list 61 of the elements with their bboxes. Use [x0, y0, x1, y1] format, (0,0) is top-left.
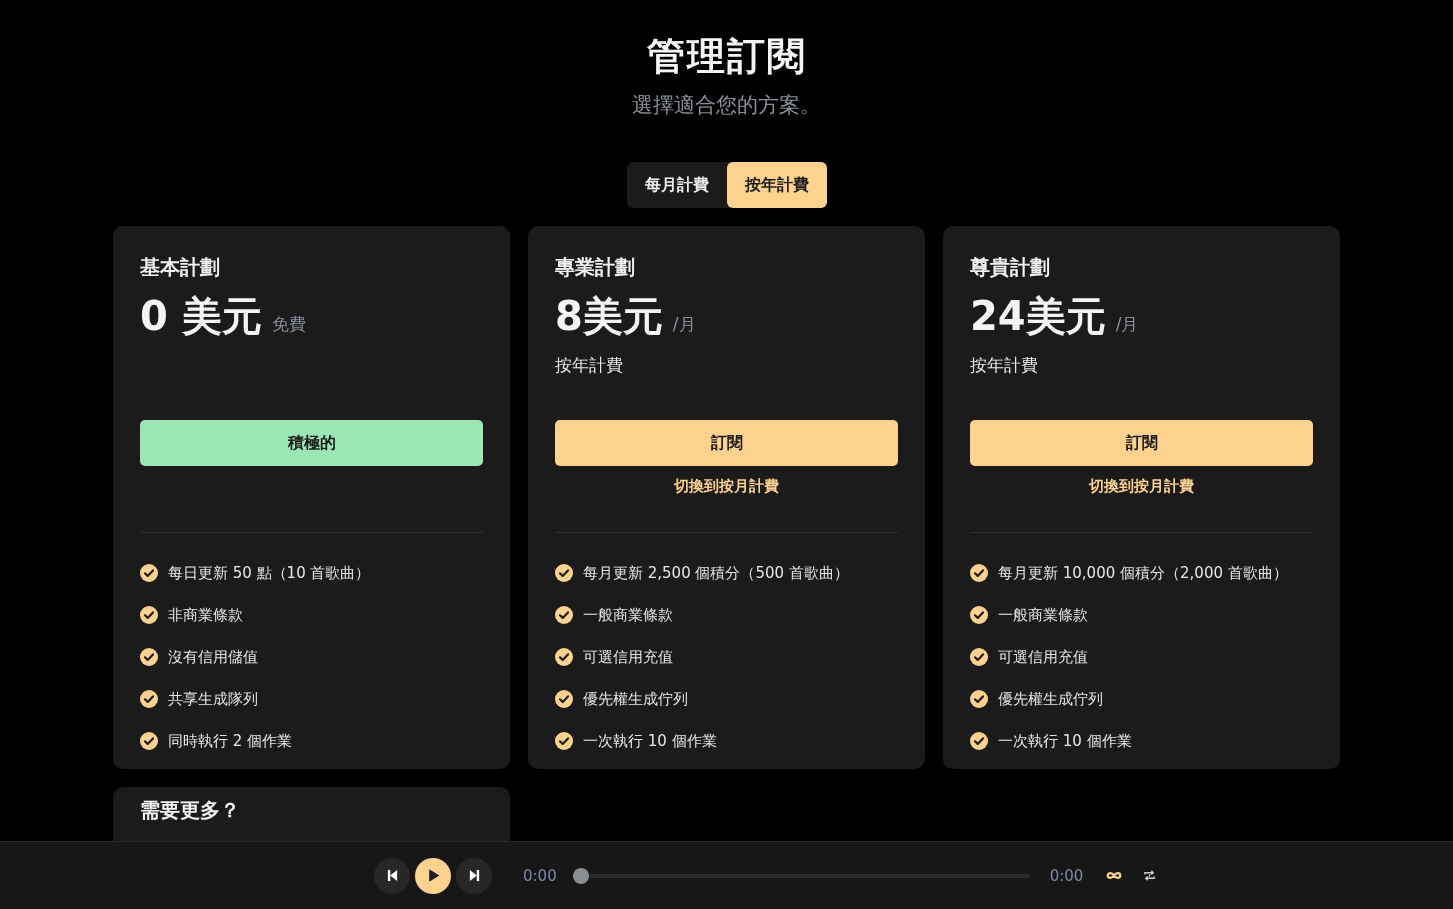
check-icon [555, 564, 573, 582]
skip-forward-icon [467, 869, 481, 882]
duration-time: 0:00 [1049, 866, 1084, 885]
subscribe-button[interactable]: 訂閱 [970, 420, 1313, 466]
play-button[interactable] [415, 857, 451, 894]
page-subtitle: 選擇適合您的方案。 [632, 92, 821, 119]
progress-thumb[interactable] [572, 867, 589, 884]
price-suffix: /月 [1115, 313, 1139, 336]
feature-text: 一般商業條款 [998, 605, 1088, 625]
plan-price: 8美元 [555, 292, 663, 341]
previous-button[interactable] [374, 857, 410, 894]
skip-back-icon [385, 869, 399, 882]
page-title: 管理訂閱 [646, 33, 807, 80]
check-icon [970, 732, 988, 750]
check-icon [970, 606, 988, 624]
feature-text: 一次執行 10 個作業 [998, 731, 1132, 751]
feature-text: 每日更新 50 點（10 首歌曲） [168, 563, 371, 583]
billing-note: 按年計費 [555, 354, 624, 377]
price-suffix: /月 [672, 313, 696, 336]
feature-text: 共享生成隊列 [168, 689, 258, 709]
check-icon [140, 606, 158, 624]
repeat-icon [1143, 869, 1157, 882]
plan-name: 尊貴計劃 [970, 254, 1051, 281]
check-icon [140, 732, 158, 750]
check-icon [970, 564, 988, 582]
check-icon [970, 648, 988, 666]
check-icon [970, 690, 988, 708]
plan-price: 24美元 [970, 292, 1106, 341]
infinity-icon [1105, 871, 1124, 880]
next-button[interactable] [456, 857, 492, 894]
check-icon [555, 690, 573, 708]
plan-name: 專業計劃 [555, 254, 636, 281]
check-icon [555, 606, 573, 624]
feature-text: 每月更新 10,000 個積分（2,000 首歌曲） [998, 563, 1288, 583]
feature-text: 每月更新 2,500 個積分（500 首歌曲） [583, 563, 849, 583]
card-title: 需要更多？ [140, 797, 240, 824]
active-plan-button[interactable]: 積極的 [140, 420, 483, 466]
feature-text: 非商業條款 [168, 605, 243, 625]
billing-tab[interactable]: 按年計費 [726, 162, 827, 208]
feature-text: 可選信用充值 [583, 647, 673, 667]
check-icon [140, 564, 158, 582]
billing-note: 按年計費 [970, 354, 1039, 377]
check-icon [140, 690, 158, 708]
plan-price: 0 美元 [140, 292, 262, 341]
check-icon [555, 732, 573, 750]
feature-text: 可選信用充值 [998, 647, 1088, 667]
check-icon [140, 648, 158, 666]
switch-billing-link[interactable]: 切換到按月計費 [1089, 477, 1194, 496]
check-icon [555, 648, 573, 666]
feature-text: 沒有信用儲值 [168, 647, 258, 667]
elapsed-time: 0:00 [523, 866, 557, 885]
subscribe-button[interactable]: 訂閱 [555, 420, 898, 466]
price-suffix: 免費 [271, 313, 306, 336]
switch-billing-link[interactable]: 切換到按月計費 [674, 477, 779, 496]
feature-text: 一般商業條款 [583, 605, 673, 625]
feature-text: 同時執行 2 個作業 [168, 731, 293, 751]
plan-name: 基本計劃 [140, 254, 221, 281]
feature-text: 優先權生成佇列 [998, 689, 1103, 709]
feature-text: 優先權生成佇列 [583, 689, 688, 709]
feature-text: 一次執行 10 個作業 [583, 731, 717, 751]
billing-tab[interactable]: 每月計費 [626, 162, 727, 208]
